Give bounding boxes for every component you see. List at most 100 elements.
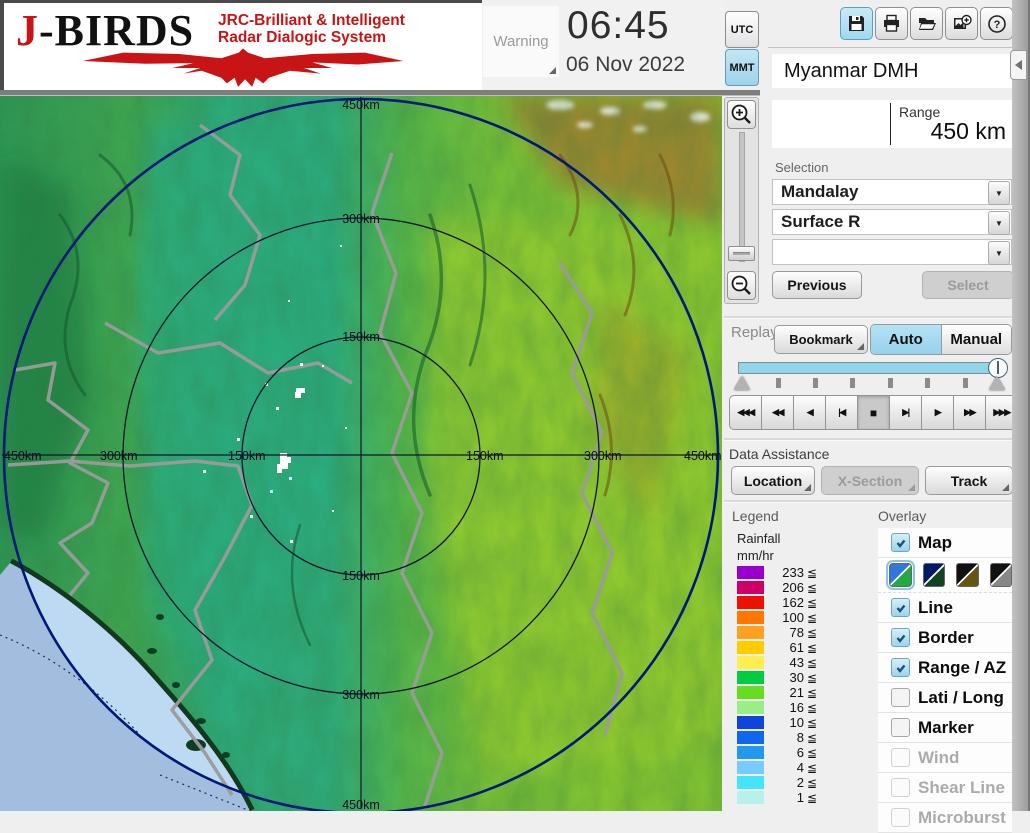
legend-operator: ≦	[807, 791, 817, 805]
timeline-tick	[925, 378, 930, 388]
overlay-item-label: Line	[918, 598, 953, 618]
overlay-item-wind: Wind	[878, 743, 1012, 773]
range-divider	[890, 103, 891, 145]
overlay-item-label: Range / AZ	[918, 658, 1006, 678]
overlay-item-border[interactable]: Border	[878, 623, 1012, 653]
legend-row: 8≦	[737, 730, 817, 745]
rewind-fast-button[interactable]: ◀◀	[761, 395, 794, 430]
step-last-button[interactable]: ▶|	[889, 395, 922, 430]
step-first-button[interactable]: |◀	[825, 395, 858, 430]
track-button[interactable]: Track	[925, 466, 1013, 495]
timeline-handle[interactable]	[988, 358, 1008, 378]
terrain-color-swatch[interactable]	[889, 563, 912, 587]
zoom-in-button[interactable]	[727, 100, 756, 129]
mmt-button[interactable]: MMT	[725, 49, 759, 86]
legend-value: 2	[764, 775, 804, 790]
forward-fast-button[interactable]: ▶▶	[953, 395, 986, 430]
legend-operator: ≦	[807, 776, 817, 790]
manual-button[interactable]: Manual	[942, 325, 1012, 354]
checkbox[interactable]	[891, 718, 910, 737]
timeline-end-marker[interactable]	[989, 376, 1005, 390]
checkbox	[891, 778, 910, 797]
overlay-item-line[interactable]: Line	[878, 593, 1012, 623]
dropdown-arrow-icon[interactable]: ▼	[988, 181, 1010, 205]
timeline-tick	[813, 378, 818, 388]
zoom-out-button[interactable]	[727, 271, 756, 300]
checkbox[interactable]	[891, 598, 910, 617]
legend-value: 162	[764, 595, 804, 610]
dropdown-arrow-icon[interactable]: ▼	[988, 241, 1010, 265]
terrain-dark-swatch[interactable]	[923, 563, 946, 587]
select-button[interactable]: Select	[922, 271, 1014, 299]
checkbox[interactable]	[891, 658, 910, 677]
overlay-item-label: Wind	[918, 748, 959, 768]
legend-row: 2≦	[737, 775, 817, 790]
terrain-gray-swatch[interactable]	[990, 563, 1013, 587]
bookmark-button[interactable]: Bookmark	[774, 325, 868, 354]
overlay-item-label: Map	[918, 533, 952, 553]
legend-color-swatch	[737, 656, 764, 669]
overlay-item-shear-line: Shear Line	[878, 773, 1012, 803]
checkbox[interactable]	[891, 533, 910, 552]
warning-button[interactable]: Warning	[483, 6, 559, 77]
help-icon: ?	[987, 14, 1007, 34]
save-button[interactable]	[840, 7, 873, 40]
help-button[interactable]: ?	[980, 7, 1013, 40]
legend-operator: ≦	[807, 671, 817, 685]
panel-collapse-tab[interactable]	[1010, 50, 1027, 80]
terrain-olive-swatch[interactable]	[956, 563, 979, 587]
legend-value: 78	[764, 625, 804, 640]
overlay-item-range-az[interactable]: Range / AZ	[878, 653, 1012, 683]
checkbox	[891, 748, 910, 767]
legend-color-swatch	[737, 761, 764, 774]
overlay-item-label: Border	[918, 628, 974, 648]
utc-button[interactable]: UTC	[725, 11, 759, 48]
x-section-button[interactable]: X-Section	[821, 466, 919, 495]
stop-button[interactable]: ■	[857, 395, 890, 430]
checkbox[interactable]	[891, 628, 910, 647]
add-image-button[interactable]	[945, 7, 978, 40]
open-folder-button[interactable]	[910, 7, 943, 40]
print-button[interactable]	[875, 7, 908, 40]
play-button[interactable]: ▶	[921, 395, 954, 430]
legend-operator: ≦	[807, 581, 817, 595]
replay-mode-group: Auto Manual	[870, 324, 1012, 355]
legend-row: 43≦	[737, 655, 817, 670]
zoom-slider-handle[interactable]	[728, 246, 755, 261]
legend-operator: ≦	[807, 641, 817, 655]
data-assistance-label: Data Assistance	[729, 446, 829, 462]
range-value: 450 km	[931, 118, 1006, 145]
brand-tagline: JRC-Brilliant & Intelligent Radar Dialog…	[218, 12, 405, 46]
legend-row: 100≦	[737, 610, 817, 625]
product-dropdown[interactable]: Surface R ▼	[772, 209, 1012, 235]
legend-row: 61≦	[737, 640, 817, 655]
dropdown-arrow-icon[interactable]: ▼	[988, 211, 1010, 235]
radar-map[interactable]: 450km300km150km150km300km450km450km300km…	[0, 95, 722, 811]
overlay-item-lati-long[interactable]: Lati / Long	[878, 683, 1012, 713]
rewind-fastest-button[interactable]: ◀◀◀	[729, 395, 762, 430]
zoom-slider-track[interactable]	[739, 132, 745, 262]
legend-color-swatch	[737, 566, 764, 579]
legend-value: 206	[764, 580, 804, 595]
legend-unit-line2: mm/hr	[737, 548, 774, 563]
legend-value: 4	[764, 760, 804, 775]
section-divider	[724, 316, 1012, 319]
legend-value: 30	[764, 670, 804, 685]
radar-site-dropdown[interactable]: Mandalay ▼	[772, 179, 1012, 205]
playback-controls: ◀◀◀◀◀◀|◀■▶|▶▶▶▶▶▶	[729, 395, 1018, 430]
legend-operator: ≦	[807, 716, 817, 730]
timeline-tick	[850, 378, 855, 388]
checkbox[interactable]	[891, 688, 910, 707]
play-reverse-button[interactable]: ◀	[793, 395, 826, 430]
auto-button[interactable]: Auto	[871, 325, 941, 354]
legend-value: 100	[764, 610, 804, 625]
overlay-item-map[interactable]: Map	[878, 528, 1012, 558]
location-button[interactable]: Location	[731, 466, 815, 495]
previous-button[interactable]: Previous	[772, 271, 862, 299]
timeline-start-marker[interactable]	[734, 376, 750, 390]
timeline-track[interactable]	[738, 362, 1002, 374]
legend-row: 10≦	[737, 715, 817, 730]
overlay-item-marker[interactable]: Marker	[878, 713, 1012, 743]
legend-value: 8	[764, 730, 804, 745]
extra-dropdown[interactable]: ▼	[772, 239, 1012, 265]
